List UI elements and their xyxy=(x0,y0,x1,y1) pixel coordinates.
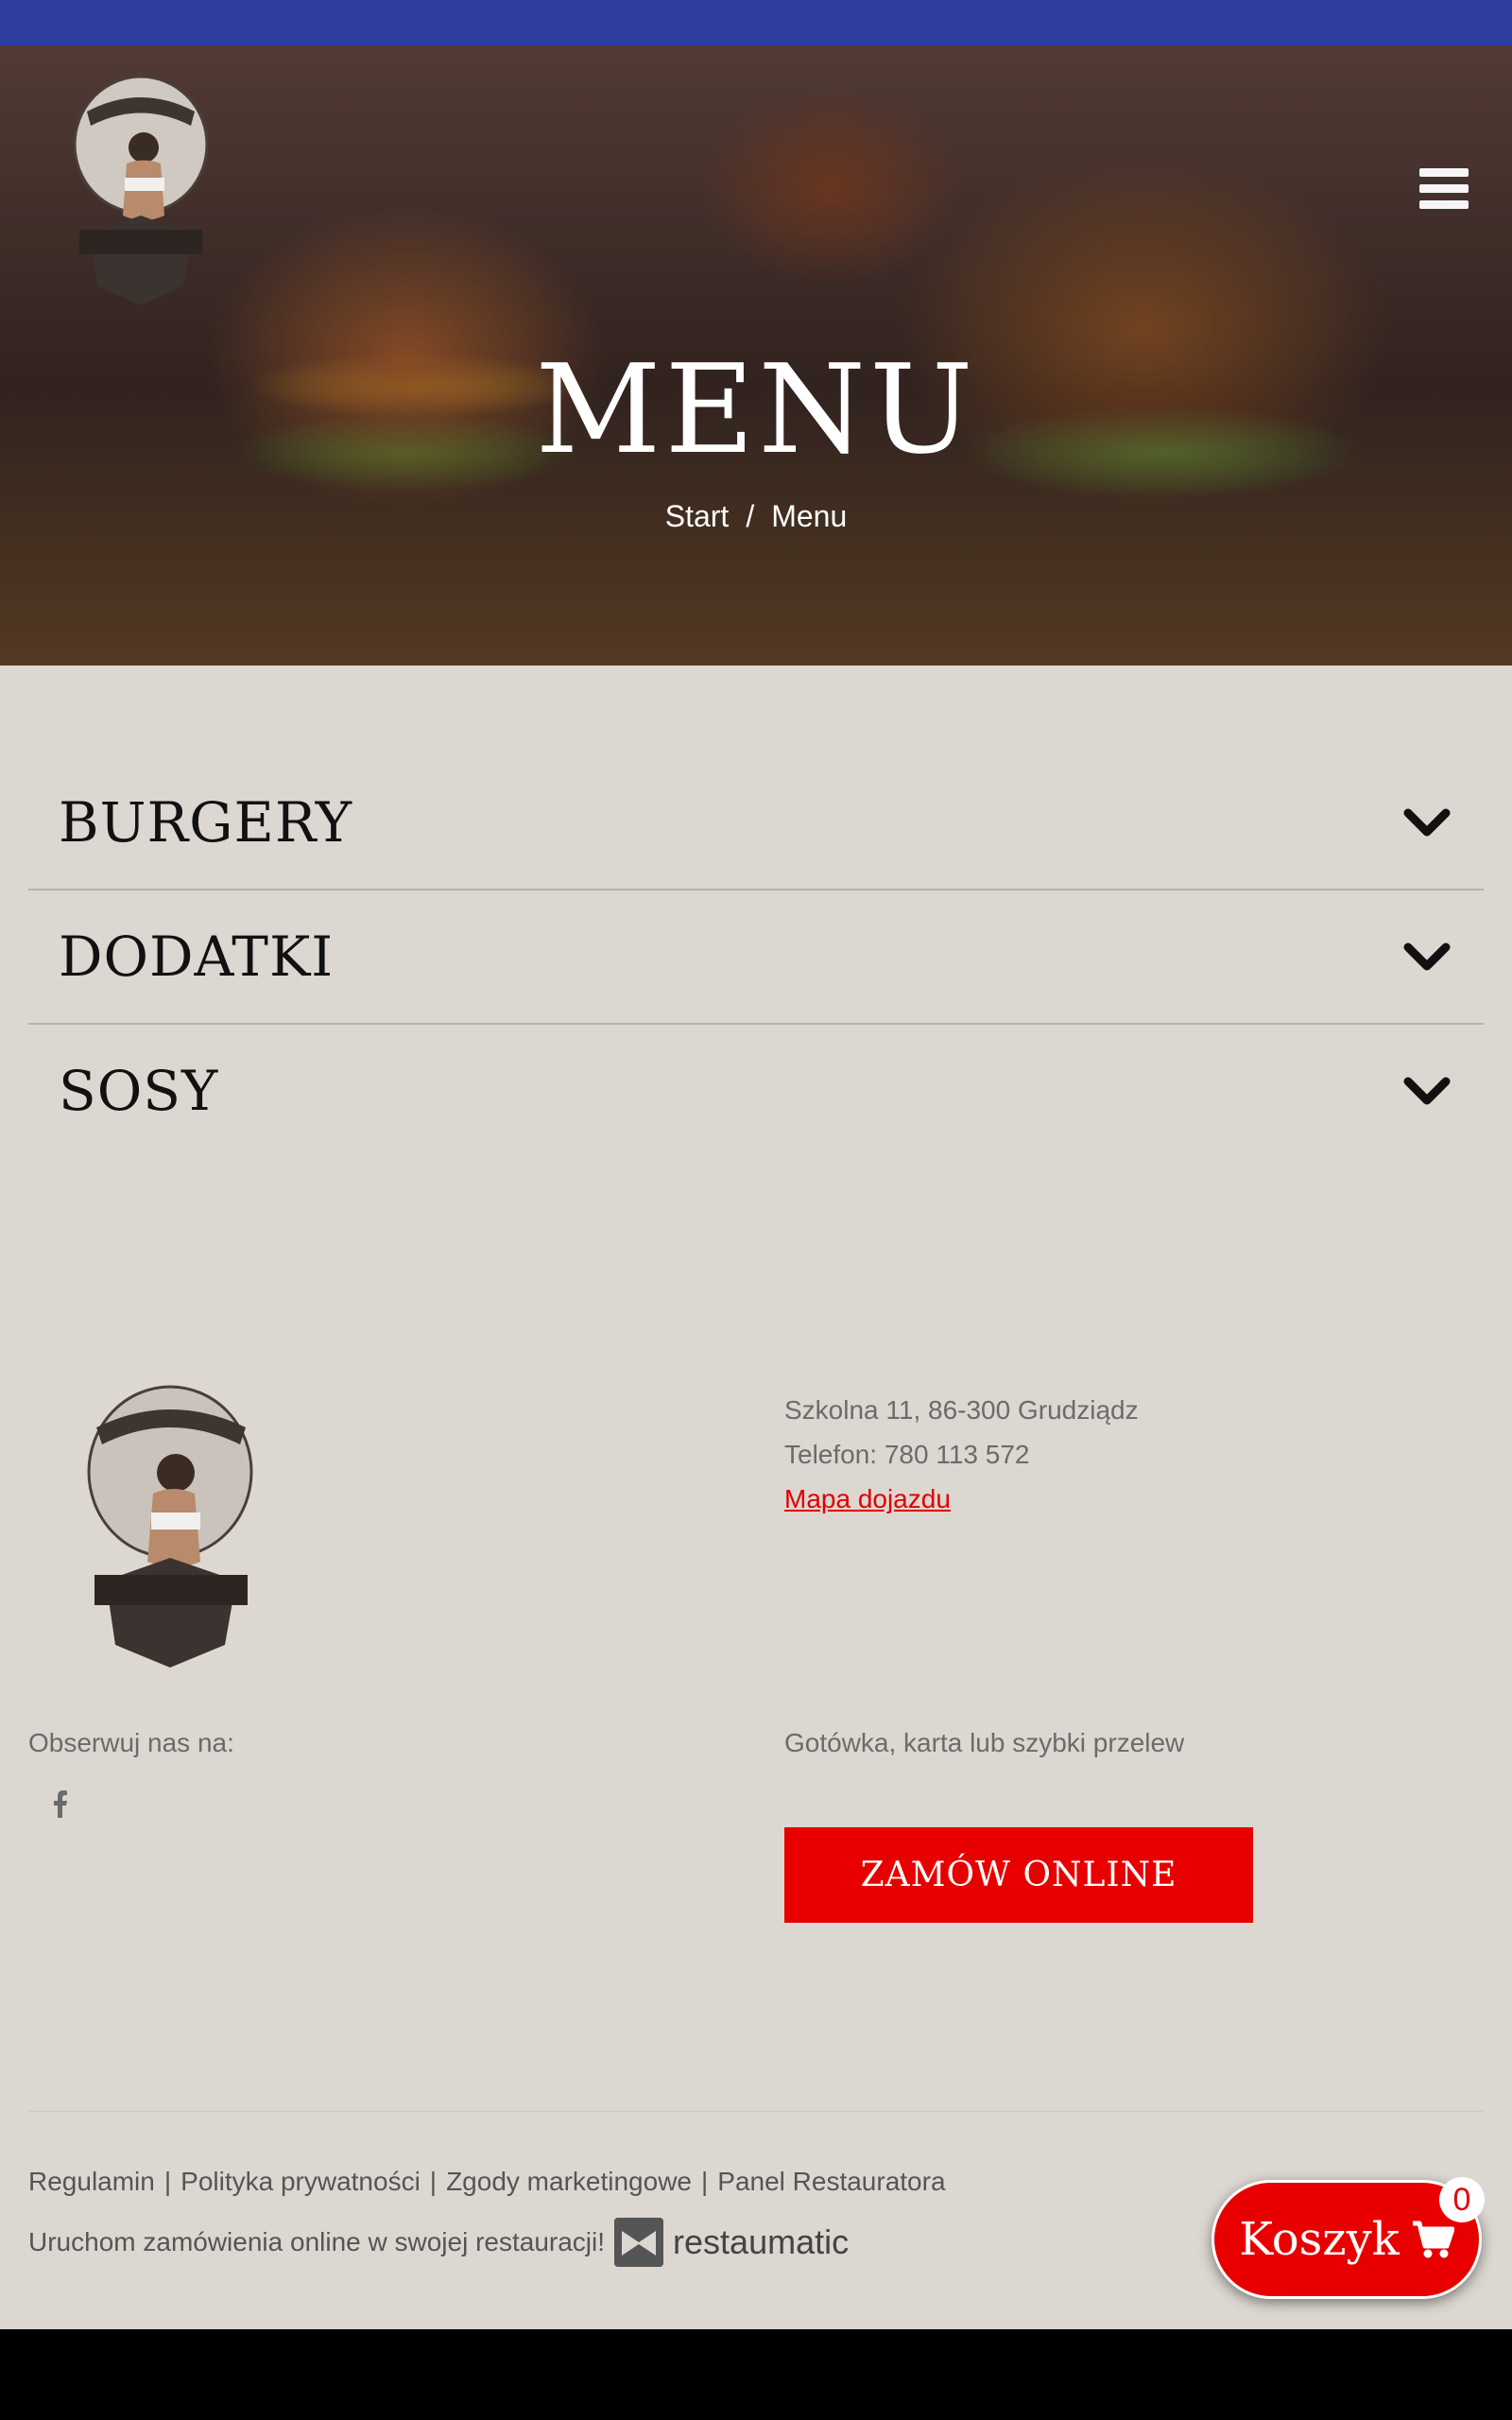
category-dodatki[interactable]: DODATKI xyxy=(28,890,1484,1025)
restaumatic-brand: restaumatic xyxy=(673,2222,850,2261)
promo-text: Uruchom zamówienia online w swojej resta… xyxy=(28,2227,606,2256)
bottom-bar xyxy=(0,2329,1512,2420)
regulamin-link[interactable]: Regulamin xyxy=(28,2167,155,2196)
category-label: BURGERY xyxy=(59,790,353,855)
footer-logo xyxy=(87,1385,253,1668)
cart-count-badge: 0 xyxy=(1439,2177,1485,2222)
breadcrumb-current: Menu xyxy=(771,499,848,533)
menu-accordion: BURGERY DODATKI SOSY xyxy=(28,756,1484,1157)
hamburger-menu-icon[interactable] xyxy=(1419,168,1469,212)
category-label: DODATKI xyxy=(59,925,335,989)
restaurant-panel-link[interactable]: Panel Restauratora xyxy=(717,2167,945,2196)
category-sosy[interactable]: SOSY xyxy=(28,1025,1484,1157)
restaurant-logo[interactable] xyxy=(70,74,212,310)
category-burgery[interactable]: BURGERY xyxy=(28,756,1484,890)
chevron-down-icon[interactable] xyxy=(1402,1074,1452,1112)
link-separator: | xyxy=(700,2167,709,2196)
shopping-cart-icon xyxy=(1412,2221,1454,2258)
category-label: SOSY xyxy=(59,1059,219,1123)
legal-links: Regulamin | Polityka prywatności | Zgody mar… xyxy=(28,2167,946,2197)
page-title: MENU xyxy=(535,337,977,481)
cart-button[interactable]: Koszyk 0 xyxy=(1211,2177,1485,2299)
chevron-down-icon[interactable] xyxy=(1402,940,1452,977)
footer-divider xyxy=(28,2111,1484,2112)
hero-banner: MENU Start / Menu xyxy=(0,45,1512,666)
chevron-down-icon[interactable] xyxy=(1402,805,1452,843)
restaumatic-logo[interactable]: restaumatic xyxy=(614,2218,849,2267)
order-online-button[interactable]: ZAMÓW ONLINE xyxy=(784,1827,1253,1923)
link-separator: | xyxy=(163,2167,172,2196)
restaumatic-promo: Uruchom zamówienia online w swojej resta… xyxy=(28,2218,849,2267)
breadcrumb-start-link[interactable]: Start xyxy=(665,499,730,533)
facebook-icon[interactable] xyxy=(49,1789,70,1818)
follow-label: Obserwuj nas na: xyxy=(28,1728,234,1757)
privacy-policy-link[interactable]: Polityka prywatności xyxy=(180,2167,421,2196)
breadcrumb-separator: / xyxy=(746,499,755,533)
breadcrumb: Start / Menu xyxy=(0,499,1512,534)
restaumatic-logo-icon xyxy=(614,2218,664,2267)
link-separator: | xyxy=(429,2167,438,2196)
address-text: Szkolna 11, 86-300 Grudziądz xyxy=(784,1395,1139,1425)
top-bar xyxy=(0,0,1512,45)
marketing-consents-link[interactable]: Zgody marketingowe xyxy=(446,2167,692,2196)
contact-info: Szkolna 11, 86-300 Grudziądz Telefon: 78… xyxy=(784,1388,1139,1521)
phone-text: Telefon: 780 113 572 xyxy=(784,1440,1030,1469)
cart-label: Koszyk xyxy=(1239,2213,1400,2266)
payment-methods: Gotówka, karta lub szybki przelew xyxy=(784,1728,1185,1757)
map-link[interactable]: Mapa dojazdu xyxy=(784,1484,951,1513)
